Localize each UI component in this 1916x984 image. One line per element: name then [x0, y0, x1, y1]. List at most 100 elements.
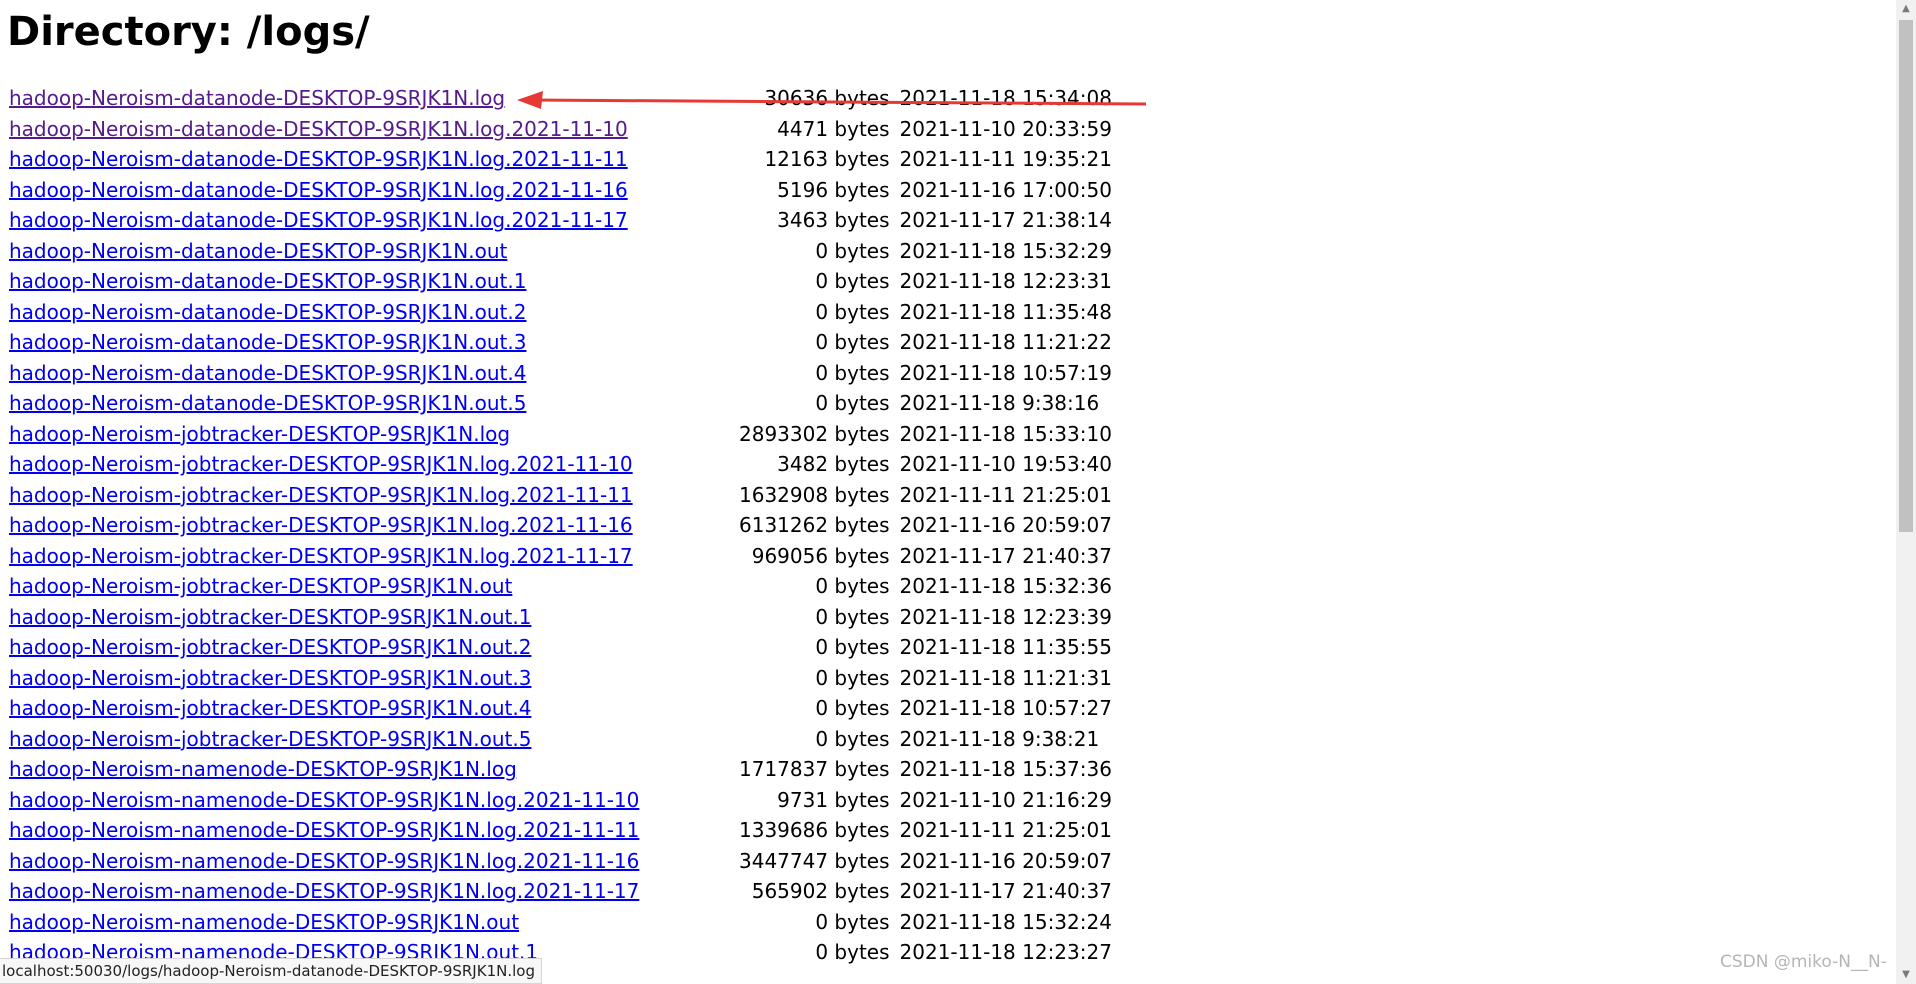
- file-link[interactable]: hadoop-Neroism-datanode-DESKTOP-9SRJK1N.…: [9, 117, 628, 141]
- file-size: 1632908 bytes: [739, 482, 890, 507]
- file-size: 9731 bytes: [777, 787, 890, 812]
- file-link[interactable]: hadoop-Neroism-jobtracker-DESKTOP-9SRJK1…: [9, 666, 531, 690]
- file-date: 2021-11-17 21:40:37: [899, 543, 1112, 568]
- file-name-cell: hadoop-Neroism-datanode-DESKTOP-9SRJK1N.…: [9, 114, 739, 145]
- file-link[interactable]: hadoop-Neroism-datanode-DESKTOP-9SRJK1N.…: [9, 391, 526, 415]
- file-link[interactable]: hadoop-Neroism-datanode-DESKTOP-9SRJK1N.…: [9, 86, 505, 110]
- file-row: hadoop-Neroism-namenode-DESKTOP-9SRJK1N.…: [9, 815, 1112, 846]
- file-link[interactable]: hadoop-Neroism-datanode-DESKTOP-9SRJK1N.…: [9, 361, 526, 385]
- file-link[interactable]: hadoop-Neroism-datanode-DESKTOP-9SRJK1N.…: [9, 300, 526, 324]
- file-size: 0 bytes: [815, 299, 890, 324]
- file-row: hadoop-Neroism-namenode-DESKTOP-9SRJK1N.…: [9, 876, 1112, 907]
- file-link[interactable]: hadoop-Neroism-jobtracker-DESKTOP-9SRJK1…: [9, 452, 633, 476]
- file-name-cell: hadoop-Neroism-jobtracker-DESKTOP-9SRJK1…: [9, 419, 739, 450]
- file-name-cell: hadoop-Neroism-namenode-DESKTOP-9SRJK1N.…: [9, 754, 739, 785]
- file-row: hadoop-Neroism-namenode-DESKTOP-9SRJK1N.…: [9, 785, 1112, 816]
- file-row: hadoop-Neroism-jobtracker-DESKTOP-9SRJK1…: [9, 419, 1112, 450]
- file-size: 0 bytes: [815, 665, 890, 690]
- file-row: hadoop-Neroism-datanode-DESKTOP-9SRJK1N.…: [9, 144, 1112, 175]
- vertical-scrollbar[interactable]: ▲ ▼: [1896, 0, 1916, 984]
- file-date: 2021-11-10 19:53:40: [899, 452, 1112, 477]
- file-row: hadoop-Neroism-namenode-DESKTOP-9SRJK1N.…: [9, 846, 1112, 877]
- file-listing-body: hadoop-Neroism-datanode-DESKTOP-9SRJK1N.…: [9, 83, 1112, 968]
- file-size: 4471 bytes: [777, 116, 890, 141]
- file-link[interactable]: hadoop-Neroism-jobtracker-DESKTOP-9SRJK1…: [9, 635, 531, 659]
- file-link[interactable]: hadoop-Neroism-datanode-DESKTOP-9SRJK1N.…: [9, 330, 526, 354]
- file-link[interactable]: hadoop-Neroism-jobtracker-DESKTOP-9SRJK1…: [9, 483, 633, 507]
- file-date: 2021-11-18 12:23:39: [899, 604, 1112, 629]
- file-size: 3482 bytes: [777, 452, 890, 477]
- file-date: 2021-11-18 10:57:19: [899, 360, 1112, 385]
- file-link[interactable]: hadoop-Neroism-namenode-DESKTOP-9SRJK1N.…: [9, 757, 517, 781]
- chevron-down-icon[interactable]: ▼: [1896, 966, 1916, 984]
- file-size: 0 bytes: [815, 726, 890, 751]
- file-link[interactable]: hadoop-Neroism-jobtracker-DESKTOP-9SRJK1…: [9, 727, 531, 751]
- directory-page: Directory: /logs/ hadoop-Neroism-datanod…: [0, 0, 1916, 984]
- watermark: CSDN @miko-N__N-: [1720, 952, 1887, 972]
- file-link[interactable]: hadoop-Neroism-jobtracker-DESKTOP-9SRJK1…: [9, 605, 531, 629]
- file-name-cell: hadoop-Neroism-datanode-DESKTOP-9SRJK1N.…: [9, 327, 739, 358]
- file-link[interactable]: hadoop-Neroism-datanode-DESKTOP-9SRJK1N.…: [9, 147, 628, 171]
- file-size: 0 bytes: [815, 604, 890, 629]
- file-size: 0 bytes: [815, 391, 890, 416]
- file-name-cell: hadoop-Neroism-datanode-DESKTOP-9SRJK1N.…: [9, 266, 739, 297]
- status-bar-url: localhost:50030/logs/hadoop-Neroism-data…: [2, 962, 535, 980]
- file-date: 2021-11-16 20:59:07: [899, 848, 1112, 873]
- file-date: 2021-11-11 21:25:01: [899, 818, 1112, 843]
- file-date: 2021-11-18 9:38:16: [899, 391, 1100, 416]
- file-link[interactable]: hadoop-Neroism-jobtracker-DESKTOP-9SRJK1…: [9, 574, 512, 598]
- file-link[interactable]: hadoop-Neroism-datanode-DESKTOP-9SRJK1N.…: [9, 239, 507, 263]
- file-date: 2021-11-18 15:32:36: [899, 574, 1112, 599]
- file-link[interactable]: hadoop-Neroism-jobtracker-DESKTOP-9SRJK1…: [9, 696, 531, 720]
- file-name-cell: hadoop-Neroism-jobtracker-DESKTOP-9SRJK1…: [9, 602, 739, 633]
- file-date: 2021-11-18 11:35:48: [899, 299, 1112, 324]
- file-name-cell: hadoop-Neroism-jobtracker-DESKTOP-9SRJK1…: [9, 632, 739, 663]
- file-link[interactable]: hadoop-Neroism-jobtracker-DESKTOP-9SRJK1…: [9, 422, 510, 446]
- scrollbar-thumb[interactable]: [1899, 20, 1913, 532]
- file-name-cell: hadoop-Neroism-namenode-DESKTOP-9SRJK1N.…: [9, 907, 739, 938]
- file-row: hadoop-Neroism-datanode-DESKTOP-9SRJK1N.…: [9, 327, 1112, 358]
- file-name-cell: hadoop-Neroism-namenode-DESKTOP-9SRJK1N.…: [9, 846, 739, 877]
- file-size: 3463 bytes: [777, 208, 890, 233]
- chevron-up-icon[interactable]: ▲: [1896, 0, 1916, 18]
- file-link[interactable]: hadoop-Neroism-namenode-DESKTOP-9SRJK1N.…: [9, 910, 519, 934]
- file-name-cell: hadoop-Neroism-jobtracker-DESKTOP-9SRJK1…: [9, 541, 739, 572]
- file-link[interactable]: hadoop-Neroism-jobtracker-DESKTOP-9SRJK1…: [9, 513, 633, 537]
- file-row: hadoop-Neroism-datanode-DESKTOP-9SRJK1N.…: [9, 205, 1112, 236]
- file-row: hadoop-Neroism-datanode-DESKTOP-9SRJK1N.…: [9, 358, 1112, 389]
- file-size: 12163 bytes: [764, 147, 890, 172]
- file-row: hadoop-Neroism-jobtracker-DESKTOP-9SRJK1…: [9, 571, 1112, 602]
- file-size: 0 bytes: [815, 574, 890, 599]
- file-link[interactable]: hadoop-Neroism-jobtracker-DESKTOP-9SRJK1…: [9, 544, 633, 568]
- file-date: 2021-11-18 15:33:10: [899, 421, 1112, 446]
- file-link[interactable]: hadoop-Neroism-namenode-DESKTOP-9SRJK1N.…: [9, 849, 639, 873]
- file-size: 6131262 bytes: [739, 513, 890, 538]
- file-size: 0 bytes: [815, 635, 890, 660]
- file-date: 2021-11-18 12:23:27: [899, 940, 1112, 965]
- file-row: hadoop-Neroism-namenode-DESKTOP-9SRJK1N.…: [9, 907, 1112, 938]
- file-name-cell: hadoop-Neroism-datanode-DESKTOP-9SRJK1N.…: [9, 388, 739, 419]
- file-row: hadoop-Neroism-jobtracker-DESKTOP-9SRJK1…: [9, 632, 1112, 663]
- file-size: 565902 bytes: [751, 879, 890, 904]
- file-date: 2021-11-10 20:33:59: [899, 116, 1112, 141]
- file-size: 0 bytes: [815, 330, 890, 355]
- file-date: 2021-11-18 15:32:24: [899, 909, 1112, 934]
- file-date: 2021-11-16 20:59:07: [899, 513, 1112, 538]
- file-size: 0 bytes: [815, 269, 890, 294]
- file-date: 2021-11-17 21:40:37: [899, 879, 1112, 904]
- file-name-cell: hadoop-Neroism-datanode-DESKTOP-9SRJK1N.…: [9, 205, 739, 236]
- file-row: hadoop-Neroism-jobtracker-DESKTOP-9SRJK1…: [9, 541, 1112, 572]
- file-name-cell: hadoop-Neroism-jobtracker-DESKTOP-9SRJK1…: [9, 693, 739, 724]
- file-link[interactable]: hadoop-Neroism-namenode-DESKTOP-9SRJK1N.…: [9, 879, 639, 903]
- file-link[interactable]: hadoop-Neroism-datanode-DESKTOP-9SRJK1N.…: [9, 178, 628, 202]
- file-row: hadoop-Neroism-datanode-DESKTOP-9SRJK1N.…: [9, 388, 1112, 419]
- file-size: 2893302 bytes: [739, 421, 890, 446]
- file-date: 2021-11-18 11:21:22: [899, 330, 1112, 355]
- file-link[interactable]: hadoop-Neroism-datanode-DESKTOP-9SRJK1N.…: [9, 269, 526, 293]
- file-link[interactable]: hadoop-Neroism-datanode-DESKTOP-9SRJK1N.…: [9, 208, 628, 232]
- file-row: hadoop-Neroism-datanode-DESKTOP-9SRJK1N.…: [9, 175, 1112, 206]
- file-link[interactable]: hadoop-Neroism-namenode-DESKTOP-9SRJK1N.…: [9, 788, 639, 812]
- file-name-cell: hadoop-Neroism-jobtracker-DESKTOP-9SRJK1…: [9, 449, 739, 480]
- file-date: 2021-11-11 21:25:01: [899, 482, 1112, 507]
- file-link[interactable]: hadoop-Neroism-namenode-DESKTOP-9SRJK1N.…: [9, 818, 639, 842]
